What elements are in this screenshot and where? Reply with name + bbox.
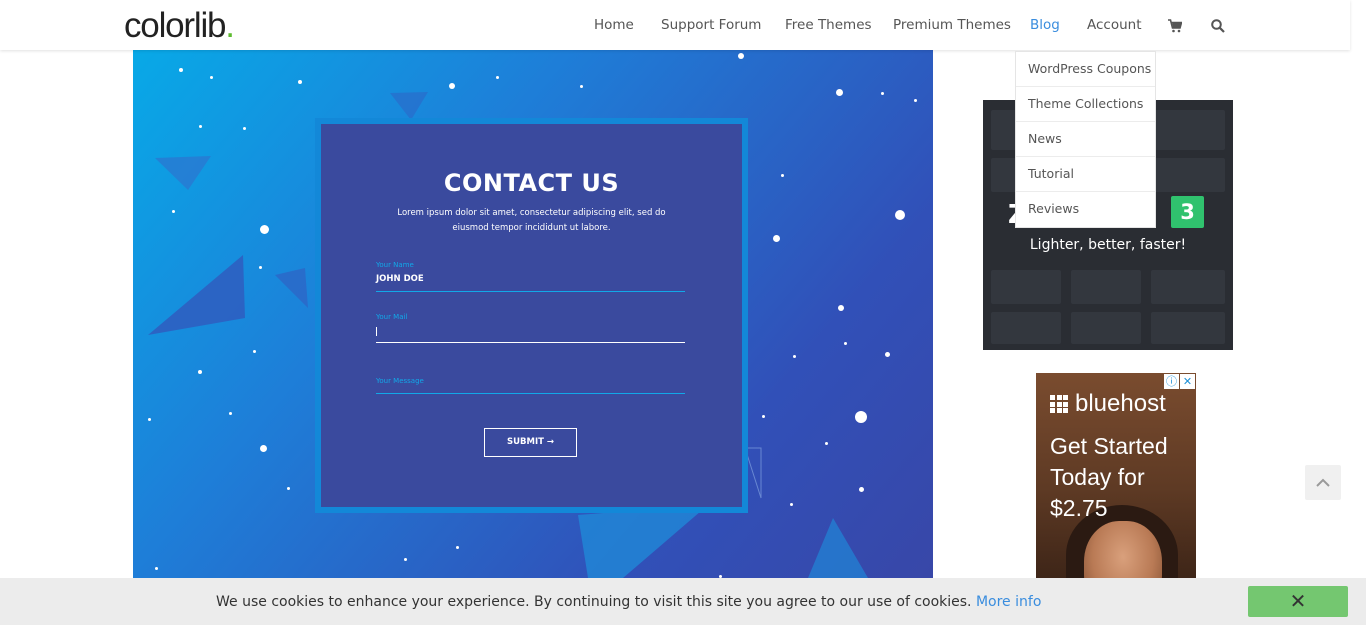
dropdown-item-tutorial[interactable]: Tutorial — [1016, 157, 1155, 192]
cookie-close-button[interactable]: ✕ — [1248, 586, 1348, 617]
message-field-underline — [376, 393, 685, 394]
dropdown-item-theme-collections[interactable]: Theme Collections — [1016, 87, 1155, 122]
logo-text: colorlib — [124, 6, 226, 45]
cart-icon[interactable] — [1168, 18, 1183, 33]
dropdown-item-news[interactable]: News — [1016, 122, 1155, 157]
form-subtitle-line2: eiusmod tempor incididunt ut labore. — [452, 223, 611, 233]
form-title: CONTACT US — [443, 169, 620, 197]
nav-blog[interactable]: Blog — [1030, 17, 1060, 33]
name-field-underline — [376, 291, 685, 292]
mail-field-label: Your Mail — [376, 313, 408, 321]
submit-button: SUBMIT → — [484, 428, 577, 457]
search-icon[interactable] — [1211, 18, 1225, 33]
logo-dot: . — [225, 6, 235, 45]
bluehost-brand-text: bluehost — [1075, 390, 1166, 417]
scroll-to-top-button[interactable] — [1305, 465, 1341, 500]
nav-premium-themes[interactable]: Premium Themes — [893, 17, 1011, 33]
ad-close-icon[interactable]: ✕ — [1180, 374, 1195, 389]
form-subtitle: Lorem ipsum dolor sit amet, consectetur … — [381, 206, 682, 236]
text-caret — [376, 327, 377, 336]
contact-form-card: CONTACT US Lorem ipsum dolor sit amet, c… — [321, 124, 742, 507]
ad-version-badge: 3 — [1171, 196, 1204, 228]
colorlib-logo[interactable]: colorlib. — [124, 6, 235, 46]
ad-headline: Get Started Today for $2.75 — [1050, 433, 1168, 521]
nav-home[interactable]: Home — [594, 17, 634, 33]
mail-field-underline — [376, 342, 685, 343]
nav-support-forum[interactable]: Support Forum — [661, 17, 761, 33]
dropdown-item-wordpress-coupons[interactable]: WordPress Coupons — [1016, 52, 1155, 87]
bluehost-ad[interactable]: bluehost Get Started Today for $2.75 ⓘ ✕ — [1036, 373, 1196, 583]
name-field-value: JOHN DOE — [376, 274, 424, 284]
chevron-up-icon — [1316, 478, 1330, 487]
nav-free-themes[interactable]: Free Themes — [785, 17, 872, 33]
contact-form-preview-image[interactable]: CONTACT US Lorem ipsum dolor sit amet, c… — [133, 50, 933, 578]
cookie-more-info-link[interactable]: More info — [976, 594, 1041, 610]
dropdown-item-reviews[interactable]: Reviews — [1016, 192, 1155, 227]
nav-account[interactable]: Account — [1087, 17, 1142, 33]
bluehost-logo: bluehost — [1050, 390, 1166, 418]
form-subtitle-line1: Lorem ipsum dolor sit amet, consectetur … — [397, 208, 666, 218]
cookie-message: We use cookies to enhance your experienc… — [216, 594, 1041, 610]
blog-dropdown-menu: WordPress Coupons Theme Collections News… — [1015, 51, 1156, 228]
site-header: colorlib. Home Support Forum Free Themes… — [0, 0, 1350, 50]
cookie-text: We use cookies to enhance your experienc… — [216, 594, 972, 610]
cookie-consent-bar: We use cookies to enhance your experienc… — [0, 578, 1366, 625]
name-field-label: Your Name — [376, 261, 414, 269]
bluehost-grid-icon — [1050, 395, 1068, 413]
message-field-label: Your Message — [376, 377, 424, 385]
ad-tagline: Lighter, better, faster! — [1029, 237, 1187, 253]
adchoices-info-icon[interactable]: ⓘ — [1164, 374, 1179, 389]
